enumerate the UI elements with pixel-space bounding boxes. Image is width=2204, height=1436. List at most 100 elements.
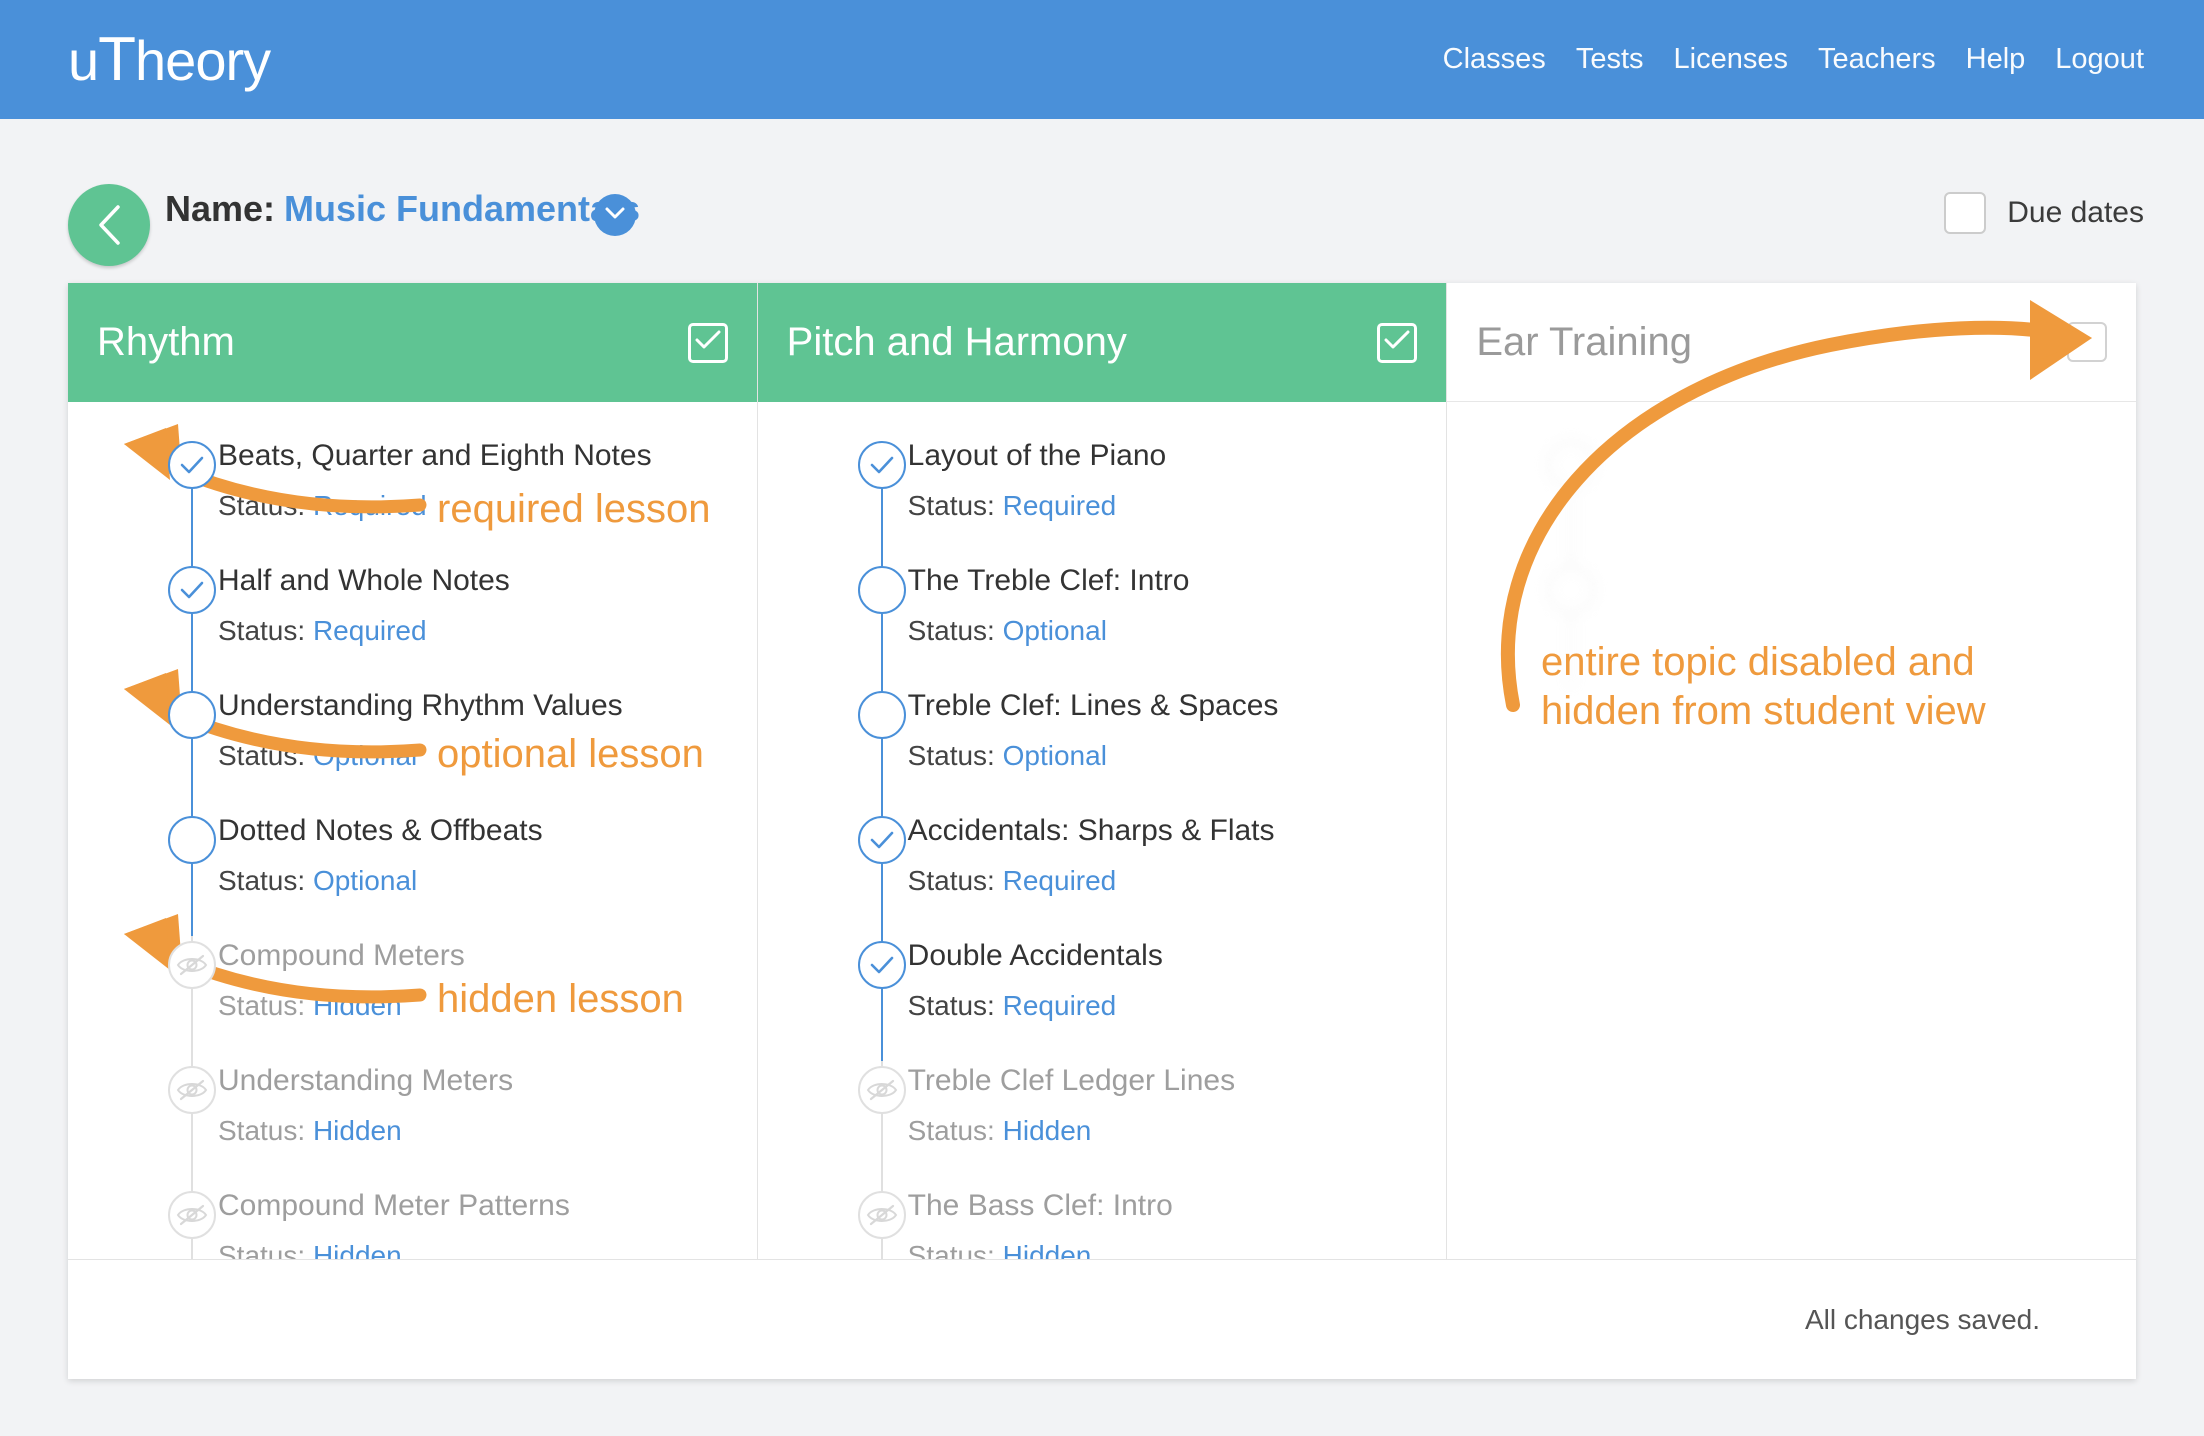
back-button[interactable] (68, 184, 150, 266)
check-circle-icon[interactable] (168, 566, 216, 614)
eye-slash-icon[interactable] (168, 1191, 216, 1239)
save-status-text: All changes saved. (1804, 1303, 2040, 1335)
lesson-title: Treble Clef: Lines & Spaces (907, 689, 1279, 722)
status-label: Status: (907, 989, 995, 1021)
status-value[interactable]: Optional (313, 740, 417, 771)
status-value[interactable]: Required (1003, 490, 1117, 521)
nav-links: Classes Tests Licenses Teachers Help Log… (1443, 43, 2144, 76)
class-name-value[interactable]: Music Fundamentals (284, 188, 640, 230)
lesson-status: Status: Required (908, 865, 1275, 897)
topic-title: Pitch and Harmony (786, 320, 1127, 364)
lesson-status: Status: Optional (908, 740, 1279, 772)
check-circle-icon[interactable] (857, 441, 906, 489)
status-label: Status: (218, 489, 306, 521)
lesson-status: Status: Required (908, 490, 1167, 522)
topics-card: Rhythm Beats, Quarter and Eighth Notes S… (68, 283, 2137, 1379)
lesson-row[interactable]: Treble Clef Ledger Lines Status: Hidden (758, 1061, 1447, 1186)
topic-header-ear-training: Ear Training (1447, 283, 2137, 402)
nav-link-tests[interactable]: Tests (1576, 43, 1644, 76)
lesson-status: Status: Required (908, 990, 1163, 1022)
status-value[interactable]: Hidden (1003, 1115, 1092, 1146)
lesson-title: Layout of the Piano (907, 439, 1167, 472)
lesson-row[interactable]: The Treble Clef: Intro Status: Optional (758, 561, 1447, 686)
check-circle-icon[interactable] (168, 441, 216, 489)
check-circle-icon[interactable] (857, 941, 906, 989)
check-circle-icon[interactable] (857, 816, 906, 864)
lesson-title: The Bass Clef: Intro (907, 1189, 1173, 1222)
check-icon (1384, 330, 1410, 355)
eye-slash-icon[interactable] (168, 1066, 216, 1114)
lesson-row[interactable]: Understanding Meters Status: Hidden (68, 1061, 757, 1186)
empty-circle-icon[interactable] (168, 816, 216, 864)
lesson-title: Understanding Meters (218, 1064, 514, 1097)
empty-circle-icon[interactable] (857, 566, 906, 614)
topic-enabled-checkbox[interactable] (2067, 322, 2108, 362)
lesson-status: Status: Optional (908, 615, 1190, 647)
status-label: Status: (907, 614, 995, 646)
lesson-status: Status: Required (218, 615, 510, 647)
status-value[interactable]: Required (1003, 865, 1117, 896)
lesson-title: Beats, Quarter and Eighth Notes (218, 439, 652, 472)
due-dates-toggle[interactable]: Due dates (1944, 192, 2144, 234)
lesson-row[interactable]: The Bass Clef: Intro Status: Hidden (758, 1186, 1447, 1259)
nav-link-teachers[interactable]: Teachers (1818, 43, 1936, 76)
topic-enabled-checkbox[interactable] (687, 322, 728, 363)
lesson-title: Compound Meter Patterns (218, 1189, 570, 1222)
status-value[interactable]: Required (313, 490, 427, 521)
topic-column-ear-training: Ear Training (1447, 283, 2137, 1259)
lesson-status: Status: Optional (218, 740, 623, 772)
lesson-title: Half and Whole Notes (218, 564, 510, 597)
lesson-title: Double Accidentals (907, 939, 1163, 972)
status-value[interactable]: Optional (1003, 740, 1107, 771)
nav-link-help[interactable]: Help (1966, 43, 2026, 76)
status-value[interactable]: Hidden (313, 990, 402, 1021)
lesson-row[interactable]: Beats, Quarter and Eighth Notes Status: … (68, 436, 757, 561)
status-label: Status: (218, 739, 306, 771)
lesson-status: Status: Optional (218, 865, 543, 897)
nav-link-logout[interactable]: Logout (2055, 43, 2144, 76)
status-value[interactable]: Optional (1003, 615, 1107, 646)
status-value[interactable]: Hidden (313, 1115, 402, 1146)
lesson-row[interactable]: Dotted Notes & Offbeats Status: Optional (68, 811, 757, 936)
topic-header-rhythm: Rhythm (68, 283, 757, 402)
lesson-row[interactable]: Double Accidentals Status: Required (758, 936, 1447, 1061)
empty-circle-icon[interactable] (168, 691, 216, 739)
lesson-row[interactable]: Compound Meters Status: Hidden (68, 936, 757, 1061)
status-value[interactable]: Hidden (1003, 1240, 1092, 1260)
eye-slash-icon[interactable] (857, 1191, 906, 1239)
topic-title: Ear Training (1476, 319, 1693, 364)
status-label: Status: (907, 1239, 995, 1260)
status-label: Status: (218, 1114, 306, 1146)
lesson-list-rhythm: Beats, Quarter and Eighth Notes Status: … (68, 402, 757, 1259)
empty-circle-icon[interactable] (857, 691, 906, 739)
status-label: Status: (218, 864, 306, 896)
status-value[interactable]: Required (1003, 990, 1117, 1021)
lesson-row[interactable]: Compound Meter Patterns Status: Hidden (68, 1186, 757, 1259)
lesson-row[interactable]: Accidentals: Sharps & Flats Status: Requ… (758, 811, 1447, 936)
lesson-status: Status: Hidden (218, 1115, 513, 1147)
lesson-row[interactable]: Treble Clef: Lines & Spaces Status: Opti… (758, 686, 1447, 811)
status-label: Status: (907, 739, 995, 771)
status-value[interactable]: Optional (313, 865, 417, 896)
topic-enabled-checkbox[interactable] (1377, 322, 1418, 363)
lesson-row[interactable]: Understanding Rhythm Values Status: Opti… (68, 686, 757, 811)
lesson-title (1597, 565, 1605, 597)
due-dates-checkbox[interactable] (1944, 192, 1987, 234)
status-label: Status: (907, 1114, 995, 1146)
nav-link-classes[interactable]: Classes (1443, 43, 1546, 76)
eye-slash-icon[interactable] (168, 941, 216, 989)
status-value[interactable]: Hidden (313, 1240, 402, 1260)
nav-link-licenses[interactable]: Licenses (1674, 43, 1788, 76)
lesson-row[interactable]: Layout of the Piano Status: Required (758, 436, 1447, 561)
app-logo[interactable]: uTheory (68, 28, 271, 91)
class-name-dropdown-button[interactable] (594, 194, 636, 236)
eye-slash-icon (1547, 441, 1596, 489)
status-value[interactable]: Required (313, 615, 427, 646)
lesson-row[interactable]: Half and Whole Notes Status: Required (68, 561, 757, 686)
eye-slash-icon (1547, 566, 1596, 614)
topic-header-pitch-and-harmony: Pitch and Harmony (757, 283, 1447, 402)
lesson-status (1597, 615, 1605, 647)
eye-slash-icon[interactable] (857, 1066, 906, 1114)
name-label: Name: (165, 188, 276, 229)
status-label: Status: (218, 614, 306, 646)
